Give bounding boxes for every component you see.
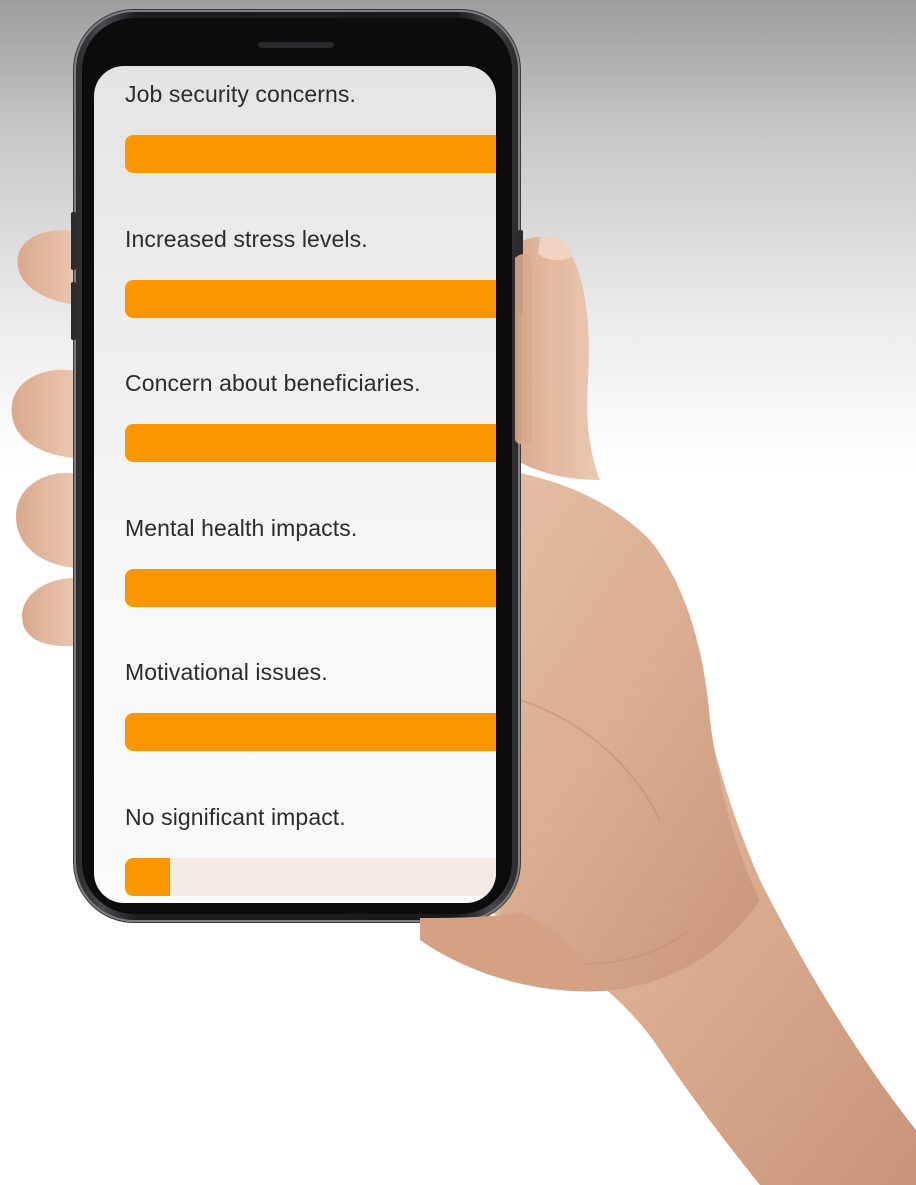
poll-option-bar-fill <box>125 857 170 896</box>
poll-option-bar-fill <box>125 135 496 173</box>
poll-option-bar-track <box>125 713 496 752</box>
volume-button <box>71 282 76 340</box>
poll-option-bar-fill <box>125 424 496 463</box>
phone-screen: Job security concerns. Increased stress … <box>94 66 496 903</box>
finger-middle-shape <box>11 369 81 458</box>
poll-option-label: No significant impact. <box>125 803 346 830</box>
poll-option-label: Job security concerns. <box>125 81 357 107</box>
finger-ring-shape <box>16 472 80 568</box>
poll-option-bar-track <box>125 424 496 463</box>
poll-option-bar-track <box>125 568 496 607</box>
volume-button <box>71 212 76 270</box>
poll-option: No significant impact. <box>125 803 496 903</box>
finger-little-shape <box>22 577 80 647</box>
poll-results-list: Job security concerns. Increased stress … <box>125 80 496 903</box>
speaker-grille <box>258 42 334 48</box>
thumb-nail-shape <box>538 236 572 261</box>
poll-option-bar-track <box>125 857 496 896</box>
poll-option: Mental health impacts. <box>125 514 496 659</box>
poll-option-bar-track <box>125 279 496 318</box>
power-button <box>518 230 523 314</box>
photo-scene: Job security concerns. Increased stress … <box>0 0 916 1185</box>
poll-option-bar-fill <box>125 568 496 607</box>
poll-option-label: Mental health impacts. <box>125 514 358 541</box>
poll-option-bar-fill <box>125 713 496 752</box>
poll-option-label: Increased stress levels. <box>125 225 368 252</box>
poll-option: Job security concerns. <box>125 80 496 225</box>
poll-option-label: Concern about beneficiaries. <box>125 370 421 397</box>
poll-option: Motivational issues. <box>125 658 496 803</box>
poll-option: Concern about beneficiaries. <box>125 369 496 514</box>
poll-option: Increased stress levels. <box>125 225 496 370</box>
poll-option-label: Motivational issues. <box>125 659 328 686</box>
poll-option-bar-fill <box>125 279 496 318</box>
poll-option-bar-track <box>125 135 496 173</box>
